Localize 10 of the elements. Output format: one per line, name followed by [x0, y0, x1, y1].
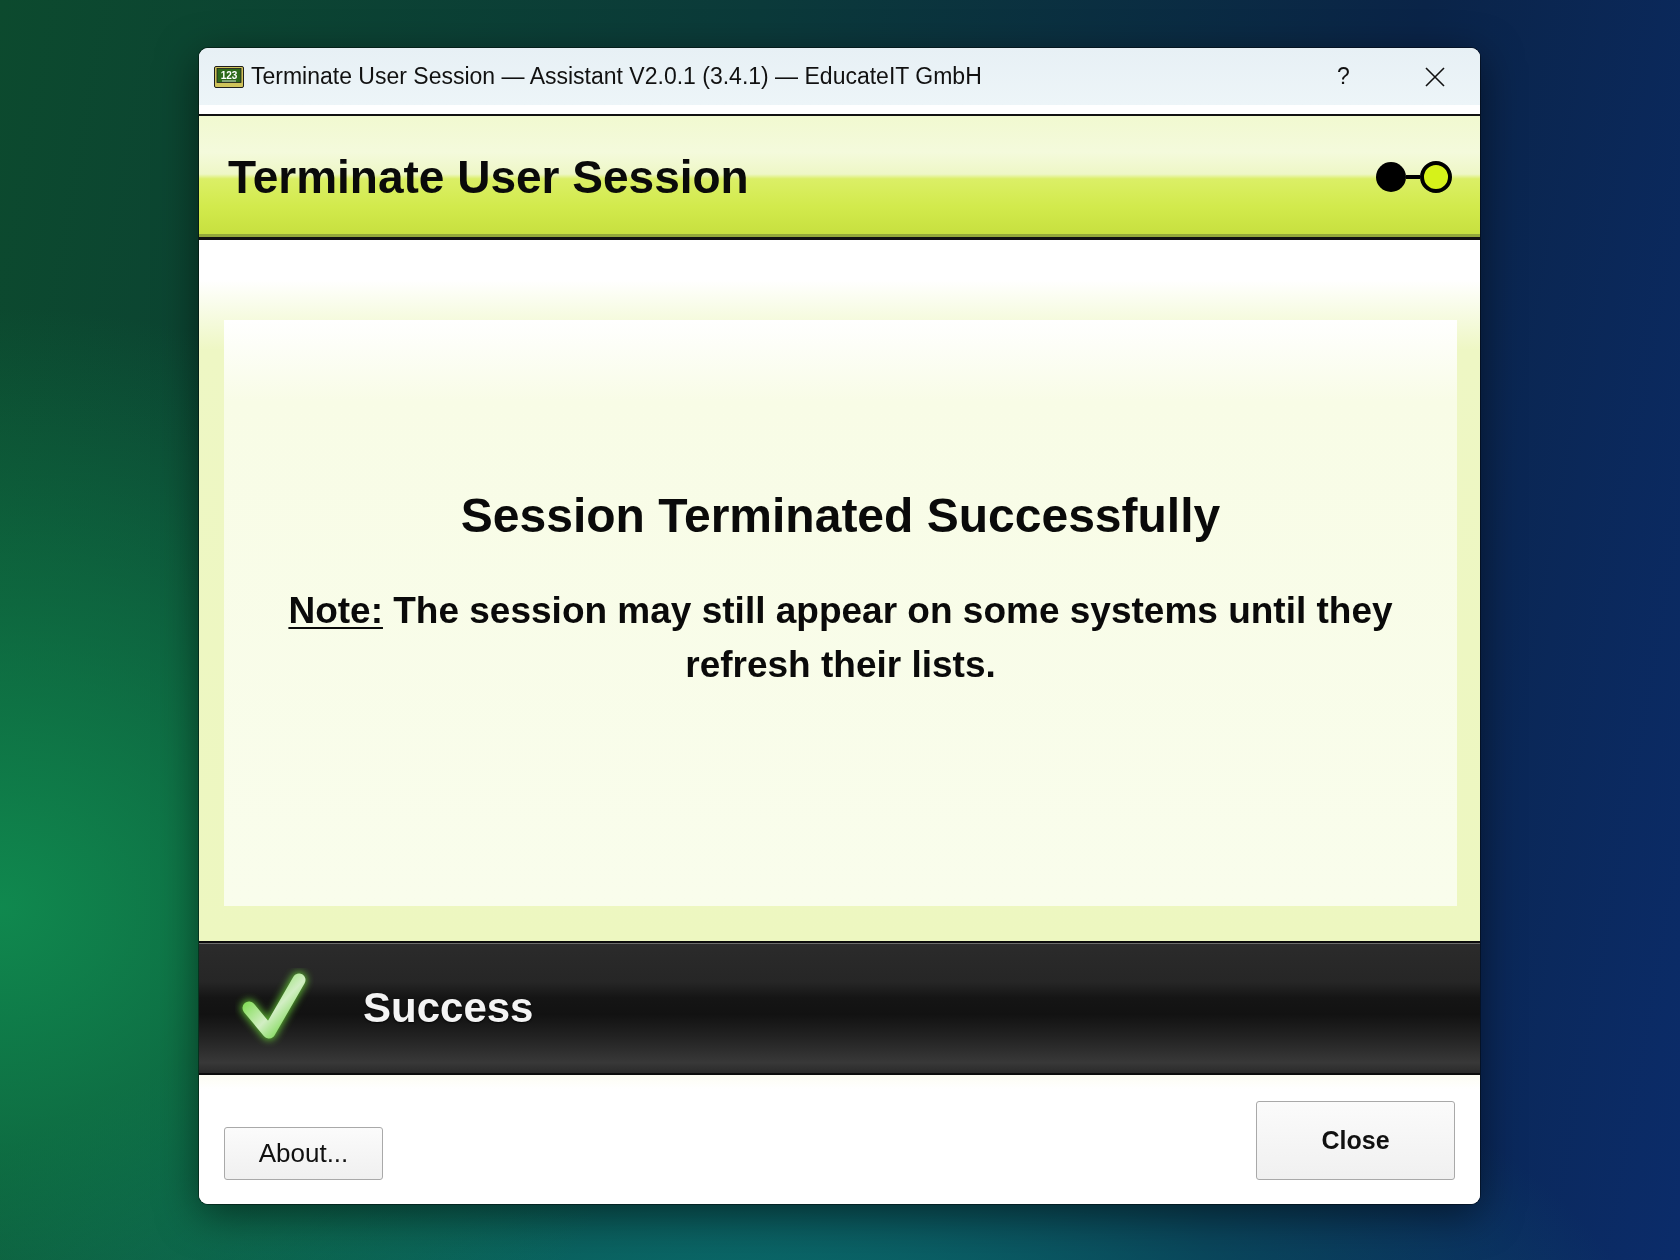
page-title: Terminate User Session: [228, 149, 749, 204]
close-dialog-button[interactable]: Close: [1256, 1101, 1455, 1180]
window-title: Terminate User Session — Assistant V2.0.1 (3.4.1) — EducateIT GmbH: [251, 63, 982, 90]
about-button[interactable]: About...: [224, 1127, 383, 1180]
result-heading: Session Terminated Successfully: [460, 490, 1221, 541]
close-icon: [1424, 66, 1445, 87]
help-button[interactable]: ?: [1298, 48, 1389, 105]
chalkboard-icon: 123: [214, 65, 244, 88]
status-text: Success: [363, 984, 534, 1032]
note-text: Note: The session may still appear on some systems until they refresh their lists.: [287, 588, 1394, 687]
